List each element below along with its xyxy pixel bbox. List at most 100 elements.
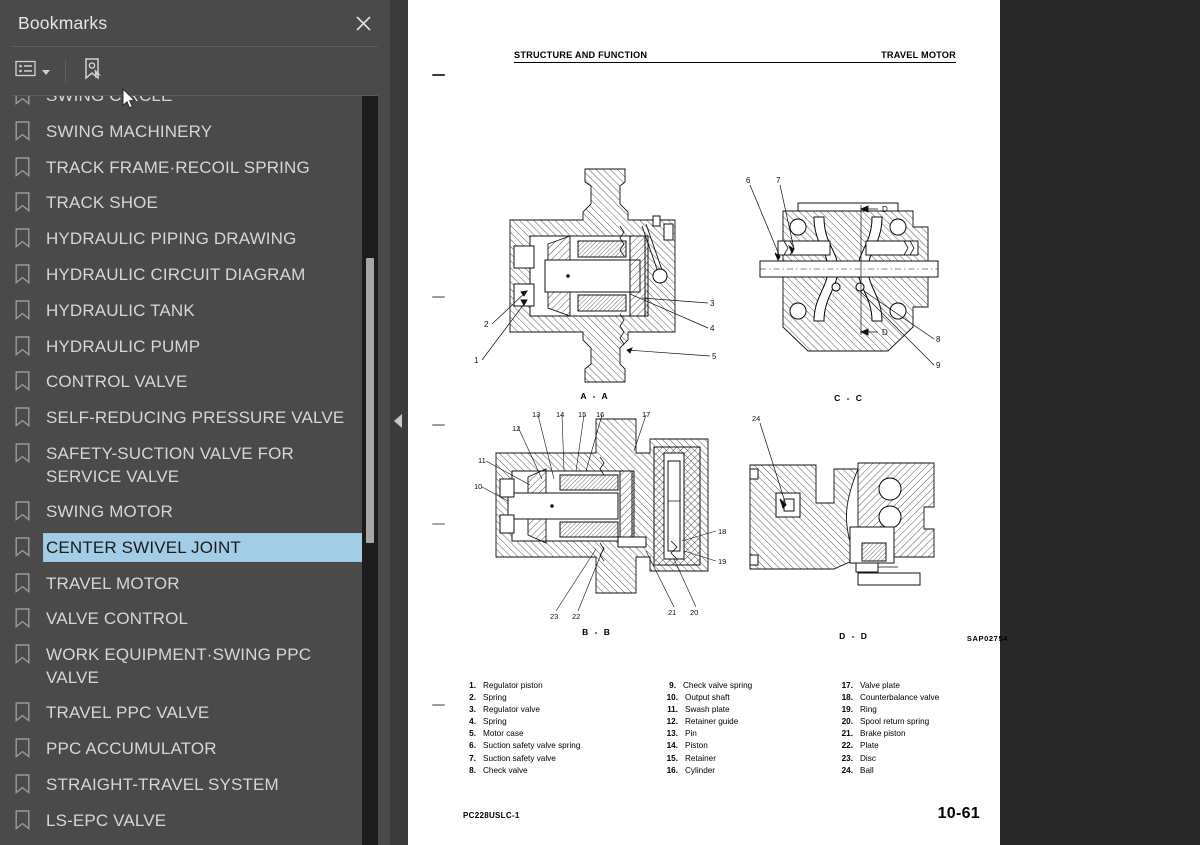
bookmark-item[interactable]: CENTER SWIVEL JOINT bbox=[0, 530, 368, 566]
bookmarks-panel: Bookmarks SWING MACHINERY TRACK FRAME·RE… bbox=[0, 0, 390, 845]
bookmark-icon bbox=[0, 641, 44, 665]
legend-text: Ball bbox=[860, 765, 874, 775]
bookmark-item[interactable]: SWING MOTOR bbox=[0, 494, 368, 530]
bookmark-item[interactable]: TRAVEL PPC VALVE bbox=[0, 695, 368, 731]
bookmark-options-button[interactable] bbox=[10, 54, 55, 88]
bookmark-item[interactable]: SWING MACHINERY bbox=[0, 114, 368, 150]
bookmarks-scrollbar-track[interactable] bbox=[362, 96, 378, 845]
svg-text:24: 24 bbox=[752, 414, 760, 423]
page-edge-mark bbox=[432, 74, 445, 76]
legend-text: Plate bbox=[860, 741, 879, 751]
bookmark-label: WORK EQUIPMENT·SWING PPC VALVE bbox=[46, 645, 312, 688]
legend-entry: 11. Swash plate bbox=[663, 704, 838, 716]
bookmark-label: HYDRAULIC CIRCUIT DIAGRAM bbox=[46, 264, 306, 284]
legend-text: Disc bbox=[860, 753, 876, 763]
svg-text:6: 6 bbox=[746, 176, 751, 185]
svg-text:20: 20 bbox=[690, 608, 698, 617]
legend-entry: 7. Suction safety valve bbox=[463, 753, 663, 765]
legend-number: 23. bbox=[841, 753, 853, 763]
drawing-id-label: SAP02754 bbox=[966, 634, 1008, 643]
legend-column-3: 17. Valve plate 18. Counterbalance valve 19.… bbox=[838, 680, 1018, 777]
bookmark-icon bbox=[0, 189, 44, 213]
document-page: STRUCTURE AND FUNCTION TRAVEL MOTOR 2 1 … bbox=[408, 0, 1007, 845]
bookmark-label: TRACK FRAME·RECOIL SPRING bbox=[46, 157, 310, 177]
legend-text: Pin bbox=[685, 729, 697, 739]
panel-resize-divider[interactable] bbox=[390, 0, 408, 845]
bookmark-label: HYDRAULIC PUMP bbox=[46, 336, 201, 356]
legend-entry: 22. Plate bbox=[838, 740, 1018, 752]
legend-text: Regulator piston bbox=[483, 681, 543, 690]
svg-text:15: 15 bbox=[578, 410, 586, 419]
bookmark-label: STRAIGHT-TRAVEL SYSTEM bbox=[46, 774, 279, 794]
page-edge-mark bbox=[432, 424, 445, 426]
bookmark-item[interactable]: LS-EPC VALVE bbox=[0, 803, 368, 839]
bookmark-icon bbox=[0, 735, 44, 758]
legend-entry: 23. Disc bbox=[838, 753, 1018, 765]
legend-text: Spring bbox=[483, 693, 507, 703]
legend-number: 18. bbox=[841, 693, 853, 703]
bookmark-item[interactable]: HYDRAULIC PIPING DRAWING bbox=[0, 221, 368, 257]
bookmark-item[interactable]: STRAIGHT-TRAVEL SYSTEM bbox=[0, 767, 368, 803]
close-icon[interactable] bbox=[350, 10, 376, 36]
svg-text:22: 22 bbox=[572, 612, 580, 621]
legend-text: Suction safety valve bbox=[483, 753, 556, 763]
bookmark-item[interactable]: TRAVEL MOTOR bbox=[0, 566, 368, 602]
bookmark-item[interactable]: TRACK FRAME·RECOIL SPRING bbox=[0, 150, 368, 186]
legend-text: Regulator valve bbox=[483, 705, 540, 715]
bookmark-item[interactable]: SOLENOID VALVE bbox=[0, 838, 368, 845]
bookmark-icon bbox=[0, 118, 44, 141]
svg-text:3: 3 bbox=[710, 299, 715, 308]
footer-model-number: PC228USLC-1 bbox=[463, 811, 520, 820]
document-viewer[interactable]: STRUCTURE AND FUNCTION TRAVEL MOTOR 2 1 … bbox=[408, 0, 1200, 845]
legend-number: 8. bbox=[469, 765, 476, 775]
figures-area: 2 1 3 4 5 A - A 6 7 8 9 D D C - C 12 13 … bbox=[460, 69, 1007, 643]
bookmark-item[interactable]: WORK EQUIPMENT·SWING PPC VALVE bbox=[0, 637, 368, 695]
bookmarks-scrollbar-thumb[interactable] bbox=[366, 258, 374, 543]
bookmark-label: PPC ACCUMULATOR bbox=[46, 738, 217, 758]
svg-text:D: D bbox=[882, 205, 888, 214]
bookmark-label: SELF-REDUCING PRESSURE VALVE bbox=[46, 408, 345, 428]
bookmark-item[interactable]: PPC ACCUMULATOR bbox=[0, 731, 368, 767]
svg-text:7: 7 bbox=[776, 176, 781, 185]
list-options-icon bbox=[15, 60, 36, 82]
legend-number: 21. bbox=[841, 729, 853, 739]
svg-text:18: 18 bbox=[718, 527, 726, 536]
bookmark-item[interactable]: TRACK SHOE bbox=[0, 185, 368, 221]
bookmark-icon bbox=[0, 225, 44, 249]
bookmarks-toolbar bbox=[0, 47, 390, 95]
legend-number: 4. bbox=[469, 717, 476, 727]
figure-caption-c-c: C - C bbox=[834, 393, 864, 403]
bookmark-item[interactable]: VALVE CONTROL bbox=[0, 601, 368, 637]
legend-text: Check valve bbox=[483, 765, 528, 775]
bookmark-item[interactable]: SWING CIRCLE bbox=[0, 96, 368, 114]
pdf-reader-window: Bookmarks SWING MACHINERY TRACK FRAME·RE… bbox=[0, 0, 1200, 845]
legend-entry: 21. Brake piston bbox=[838, 728, 1018, 740]
legend-entry: 20. Spool return spring bbox=[838, 716, 1018, 728]
svg-text:13: 13 bbox=[532, 410, 540, 419]
legend-number: 9. bbox=[669, 681, 676, 690]
bookmark-item[interactable]: CONTROL VALVE bbox=[0, 364, 368, 400]
svg-text:4: 4 bbox=[710, 324, 715, 333]
bookmark-label: HYDRAULIC TANK bbox=[46, 300, 195, 320]
bookmark-item[interactable]: HYDRAULIC PUMP bbox=[0, 329, 368, 365]
bookmark-icon bbox=[0, 807, 44, 830]
page-edge-mark bbox=[432, 704, 445, 706]
bookmark-item[interactable]: HYDRAULIC CIRCUIT DIAGRAM bbox=[0, 257, 368, 293]
legend-number: 17. bbox=[841, 681, 853, 690]
new-bookmark-button[interactable] bbox=[76, 54, 110, 88]
legend-text: Spring bbox=[483, 717, 507, 727]
legend-number: 2. bbox=[469, 693, 476, 703]
svg-text:2: 2 bbox=[484, 320, 489, 329]
bookmark-item[interactable]: HYDRAULIC TANK bbox=[0, 293, 368, 329]
figure-caption-d-d: D - D bbox=[839, 631, 869, 641]
bookmark-item[interactable]: SAFETY-SUCTION VALVE FOR SERVICE VALVE bbox=[0, 436, 368, 494]
legend-entry: 15. Retainer bbox=[663, 753, 838, 765]
bookmark-label: TRAVEL MOTOR bbox=[46, 573, 180, 593]
bookmark-item[interactable]: SELF-REDUCING PRESSURE VALVE bbox=[0, 400, 368, 436]
bookmark-label: CONTROL VALVE bbox=[46, 372, 188, 392]
legend-entry: 2. Spring bbox=[463, 692, 663, 704]
bookmark-icon bbox=[0, 368, 44, 392]
collapse-left-arrow-icon[interactable] bbox=[394, 414, 402, 428]
legend-entry: 4. Spring bbox=[463, 716, 663, 728]
legend-text: Retainer bbox=[685, 753, 716, 763]
